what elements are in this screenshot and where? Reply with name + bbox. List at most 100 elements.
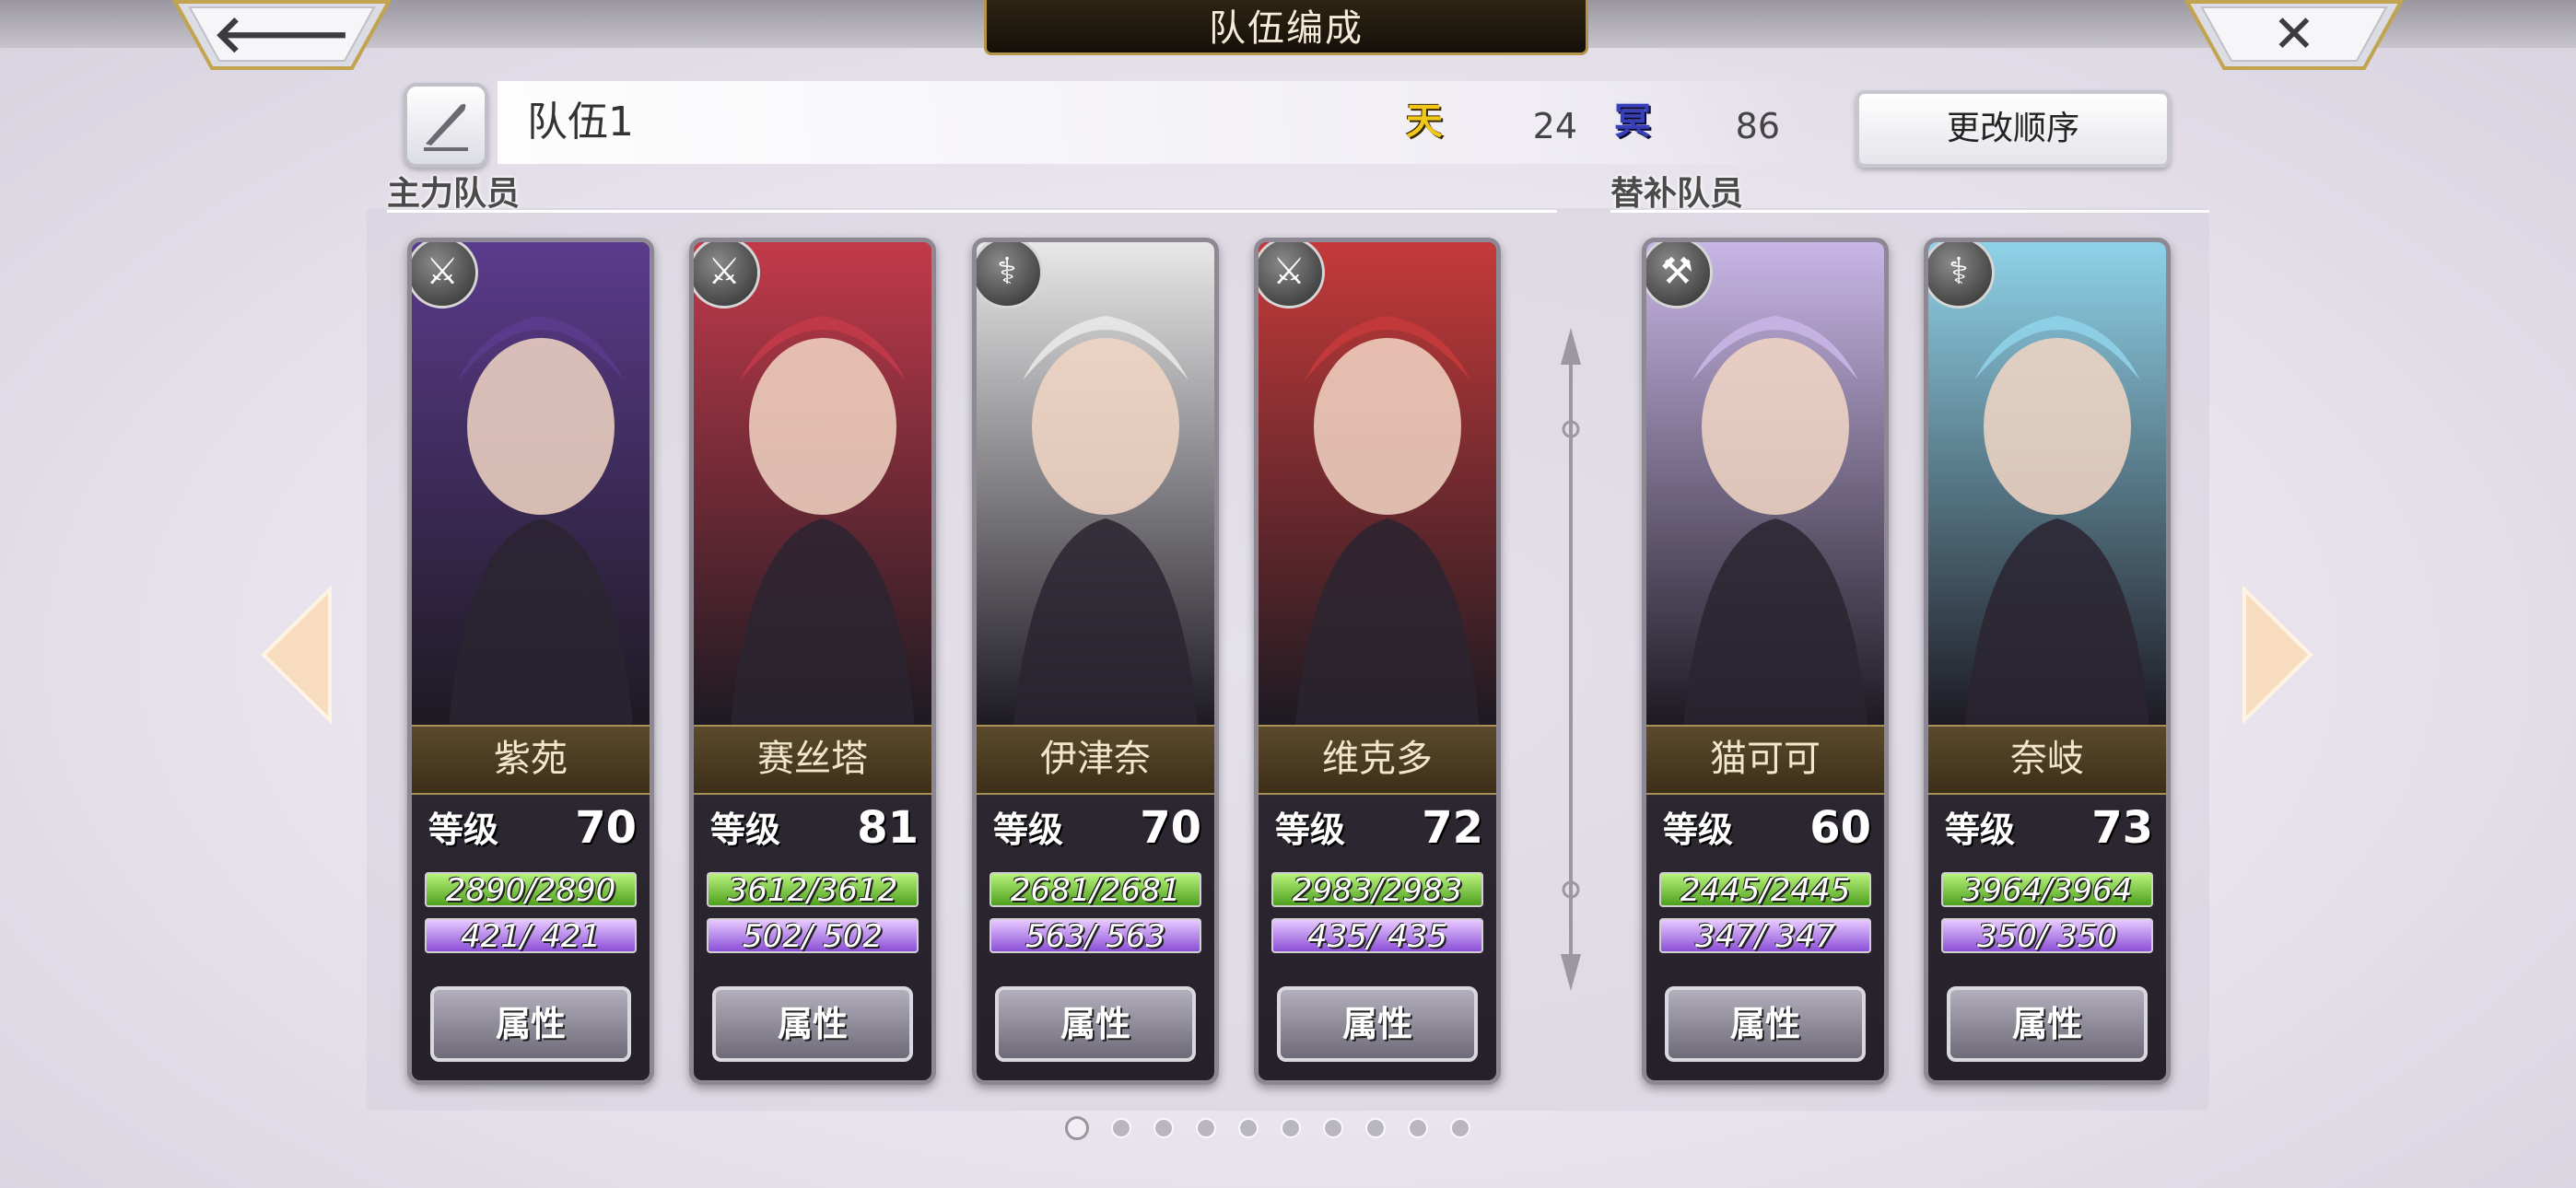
level-value: 81 (857, 802, 919, 854)
level-value: 73 (2091, 802, 2153, 854)
main-section-line (387, 210, 1557, 213)
level-value: 70 (1140, 802, 1201, 854)
member-name-plate: 猫可可 (1646, 725, 1884, 795)
page-dot[interactable] (1238, 1118, 1259, 1138)
level-value: 72 (1422, 802, 1483, 854)
level-value: 70 (575, 802, 637, 854)
character-portrait[interactable] (1928, 242, 2166, 725)
hell-count: 86 (1735, 106, 1780, 146)
attributes-button[interactable]: 属性 (1277, 986, 1478, 1062)
member-name: 伊津奈 (1040, 738, 1151, 780)
sub-section-line (1610, 210, 2209, 213)
mp-bar: 421/ 421 (425, 918, 637, 955)
member-card[interactable]: ⚔ 赛丝塔等级 81 3612/3612 502/ 502 属性 (689, 238, 936, 1085)
heaven-count: 24 (1532, 106, 1577, 146)
page-dot[interactable] (1111, 1118, 1131, 1138)
change-order-button[interactable]: 更改顺序 (1856, 90, 2171, 168)
hp-value: 3612/3612 (727, 872, 898, 909)
character-portrait[interactable] (977, 242, 1214, 725)
hp-value: 2890/2890 (445, 872, 616, 909)
level-label: 等级 (710, 809, 781, 850)
member-name-plate: 紫苑 (412, 725, 650, 795)
attributes-button[interactable]: 属性 (712, 986, 913, 1062)
sword-icon: ⚔ (412, 242, 478, 309)
attributes-button[interactable]: 属性 (1947, 986, 2148, 1062)
sword-icon: ⚔ (1259, 242, 1325, 309)
mp-value: 563/ 563 (1025, 918, 1166, 955)
mp-bar: 502/ 502 (707, 918, 919, 955)
level-label: 等级 (993, 809, 1064, 850)
arrow-left-icon: 🡐 (212, 5, 352, 64)
quill-pen-icon (424, 103, 468, 151)
hp-value: 2681/2681 (1010, 872, 1181, 909)
page-dot[interactable] (1065, 1116, 1089, 1140)
member-name-plate: 奈岐 (1928, 725, 2166, 795)
hp-bar: 2681/2681 (989, 872, 1201, 909)
next-page-arrow[interactable] (2241, 585, 2314, 725)
mp-bar: 347/ 347 (1659, 918, 1871, 955)
member-name: 维克多 (1322, 738, 1433, 780)
rename-team-button[interactable] (404, 83, 488, 168)
team-name-bar (498, 81, 1806, 164)
mp-value: 347/ 347 (1694, 918, 1836, 955)
member-name-plate: 赛丝塔 (694, 725, 931, 795)
member-card[interactable]: ⚒ 猫可可等级 60 2445/2445 347/ 347 属性 (1642, 238, 1889, 1085)
heaven-icon: 天 (1406, 100, 1443, 143)
character-portrait[interactable] (694, 242, 931, 725)
close-button[interactable]: ✕ (2184, 0, 2405, 72)
character-portrait[interactable] (412, 242, 650, 725)
page-title-plate: 队伍编成 (984, 0, 1588, 55)
member-name: 紫苑 (494, 738, 568, 780)
character-portrait[interactable] (1646, 242, 1884, 725)
page-dot[interactable] (1323, 1118, 1343, 1138)
section-divider (1548, 328, 1594, 991)
member-name: 猫可可 (1710, 738, 1821, 780)
hp-bar: 3612/3612 (707, 872, 919, 909)
back-button[interactable]: 🡐 (171, 0, 392, 72)
mp-bar: 563/ 563 (989, 918, 1201, 955)
page-dot[interactable] (1450, 1118, 1470, 1138)
character-portrait[interactable] (1259, 242, 1496, 725)
attributes-button[interactable]: 属性 (995, 986, 1196, 1062)
page-dot[interactable] (1408, 1118, 1428, 1138)
hell-icon: 冥 (1614, 100, 1651, 143)
level-label: 等级 (1663, 809, 1734, 850)
mp-value: 435/ 435 (1306, 918, 1448, 955)
page-dot[interactable] (1153, 1118, 1174, 1138)
member-name: 奈岐 (2010, 738, 2084, 780)
staff-icon: ⚕ (977, 242, 1043, 309)
sword-icon: ⚔ (694, 242, 760, 309)
level-label: 等级 (1275, 809, 1346, 850)
prev-page-arrow[interactable] (260, 585, 334, 725)
member-name-plate: 维克多 (1259, 725, 1496, 795)
axe-icon: ⚒ (1646, 242, 1713, 309)
mp-value: 350/ 350 (1976, 918, 2118, 955)
level-label: 等级 (1945, 809, 2016, 850)
mp-bar: 435/ 435 (1271, 918, 1483, 955)
close-icon: ✕ (2272, 5, 2316, 64)
attributes-button[interactable]: 属性 (430, 986, 631, 1062)
page-dot[interactable] (1281, 1118, 1301, 1138)
page-title: 队伍编成 (1209, 7, 1364, 50)
attributes-button[interactable]: 属性 (1665, 986, 1866, 1062)
staff-icon: ⚕ (1928, 242, 1995, 309)
member-card[interactable]: ⚕ 奈岐等级 73 3964/3964 350/ 350 属性 (1924, 238, 2171, 1085)
hp-bar: 2445/2445 (1659, 872, 1871, 909)
page-indicator (1065, 1116, 1470, 1142)
level-label: 等级 (428, 809, 499, 850)
level-value: 60 (1809, 802, 1871, 854)
mp-value: 502/ 502 (742, 918, 884, 955)
team-name: 队伍1 (527, 99, 634, 146)
member-card[interactable]: ⚕ 伊津奈等级 70 2681/2681 563/ 563 属性 (972, 238, 1219, 1085)
hp-value: 3964/3964 (1961, 872, 2133, 909)
member-name-plate: 伊津奈 (977, 725, 1214, 795)
page-dot[interactable] (1196, 1118, 1216, 1138)
member-card[interactable]: ⚔ 维克多等级 72 2983/2983 435/ 435 属性 (1254, 238, 1501, 1085)
hp-bar: 3964/3964 (1941, 872, 2153, 909)
member-card[interactable]: ⚔ 紫苑等级 70 2890/2890 421/ 421 属性 (407, 238, 654, 1085)
hp-bar: 2983/2983 (1271, 872, 1483, 909)
mp-bar: 350/ 350 (1941, 918, 2153, 955)
page-dot[interactable] (1365, 1118, 1386, 1138)
hp-value: 2983/2983 (1292, 872, 1463, 909)
member-name: 赛丝塔 (757, 738, 868, 780)
